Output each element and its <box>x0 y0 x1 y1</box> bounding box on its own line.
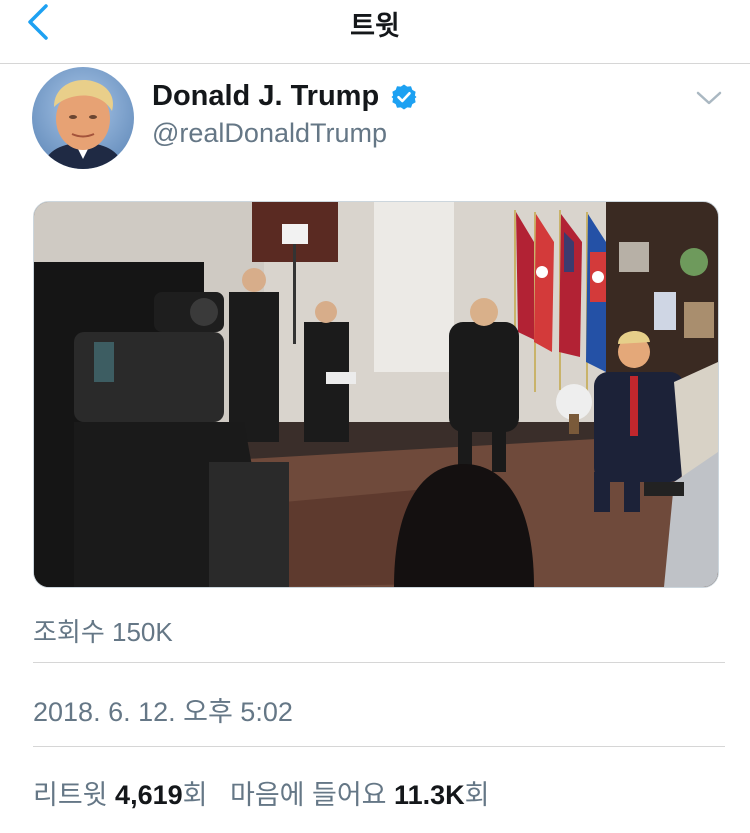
divider <box>33 662 725 663</box>
verified-badge-icon <box>391 84 417 109</box>
engagement-stats: 리트윗 4,619회 마음에 들어요 11.3K회 <box>33 773 489 812</box>
divider <box>33 746 725 747</box>
retweet-count: 4,619 <box>115 780 183 810</box>
video-media[interactable] <box>33 201 719 588</box>
like-count: 11.3K <box>394 780 465 810</box>
page-title: 트윗 <box>350 11 400 41</box>
avatar[interactable] <box>32 67 134 169</box>
retweet-count-suffix: 회 <box>182 780 208 810</box>
author-name-row: Donald J. Trump <box>152 80 417 113</box>
chevron-down-icon[interactable] <box>695 88 723 108</box>
tweet-timestamp: 2018. 6. 12. 오후 5:02 <box>33 697 293 727</box>
author-handle[interactable]: @realDonaldTrump <box>152 118 387 149</box>
retweet-label: 리트윗 <box>33 780 108 810</box>
view-count: 조회수 150K <box>33 617 173 647</box>
like-stat[interactable]: 마음에 들어요 11.3K회 <box>230 780 489 810</box>
top-navigation-bar: 트윗 <box>0 0 750 64</box>
like-count-suffix: 회 <box>464 780 490 810</box>
like-label: 마음에 들어요 <box>229 780 387 810</box>
retweet-stat[interactable]: 리트윗 4,619회 <box>33 780 207 810</box>
author-name[interactable]: Donald J. Trump <box>152 80 379 113</box>
